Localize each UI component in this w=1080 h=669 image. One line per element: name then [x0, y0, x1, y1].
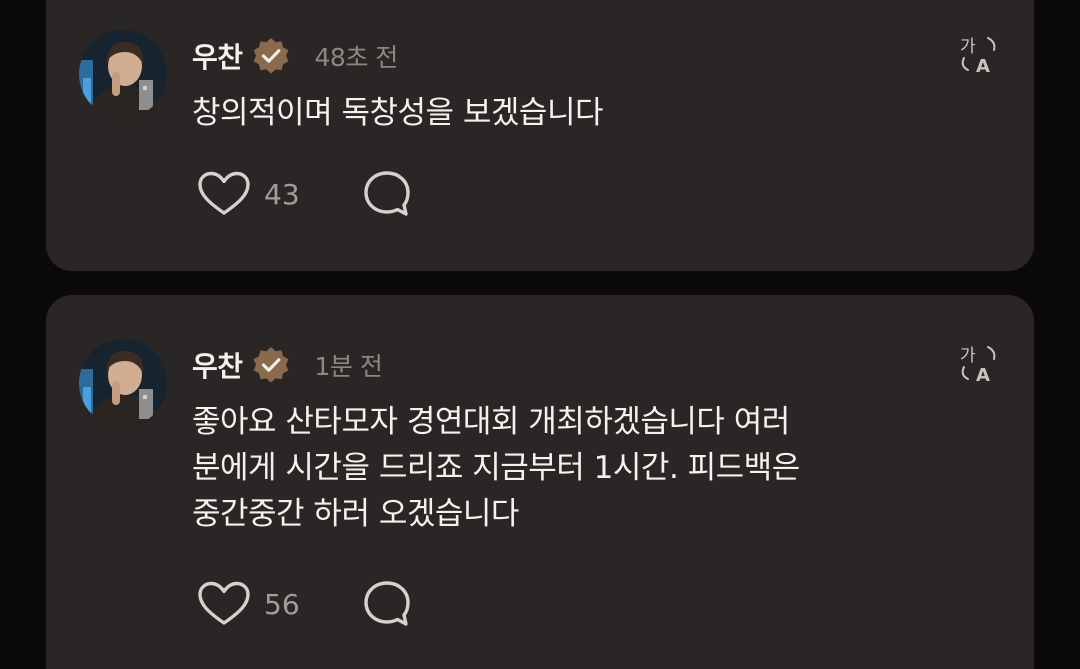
comment-feed: 우찬 48초 전 가 A 창의적이며 독창성을 보겠습니다 43 우찬 1분 전…: [0, 0, 1080, 669]
avatar[interactable]: [79, 30, 167, 118]
like-count: 43: [264, 177, 300, 211]
like-button[interactable]: 56: [196, 579, 308, 629]
avatar-image: [79, 339, 167, 427]
translate-icon[interactable]: 가 A: [958, 343, 998, 383]
username[interactable]: 우찬: [192, 345, 243, 385]
comment-card: 우찬 1분 전 가 A 좋아요 산타모자 경연대회 개최하겠습니다 여러 분에게…: [46, 295, 1034, 669]
svg-text:A: A: [976, 56, 990, 74]
svg-text:A: A: [976, 365, 990, 383]
reply-button[interactable]: [360, 167, 414, 221]
verified-badge-icon: [251, 345, 291, 385]
comment-actions: 56: [196, 576, 414, 632]
avatar-image: [79, 30, 167, 118]
timestamp: 48초 전: [314, 43, 399, 72]
comment-header: 우찬 48초 전: [192, 36, 398, 76]
verified-badge-icon: [251, 36, 291, 76]
timestamp: 1분 전: [314, 352, 383, 381]
speech-bubble-icon: [364, 171, 410, 216]
like-button[interactable]: 43: [196, 169, 308, 219]
reply-button[interactable]: [360, 577, 414, 631]
heart-icon: [198, 581, 250, 625]
like-count: 56: [264, 587, 300, 621]
comment-actions: 43: [196, 166, 414, 222]
comment-header: 우찬 1분 전: [192, 345, 383, 385]
svg-text:가: 가: [960, 346, 976, 366]
translate-icon[interactable]: 가 A: [958, 34, 998, 74]
username[interactable]: 우찬: [192, 36, 243, 76]
comment-card: 우찬 48초 전 가 A 창의적이며 독창성을 보겠습니다 43: [46, 0, 1034, 271]
comment-text: 창의적이며 독창성을 보겠습니다: [192, 95, 604, 131]
comment-text: 좋아요 산타모자 경연대회 개최하겠습니다 여러 분에게 시간을 드리죠 지금부…: [192, 404, 800, 532]
svg-text:가: 가: [960, 37, 976, 57]
speech-bubble-icon: [364, 581, 410, 626]
avatar[interactable]: [79, 339, 167, 427]
heart-icon: [198, 171, 250, 215]
